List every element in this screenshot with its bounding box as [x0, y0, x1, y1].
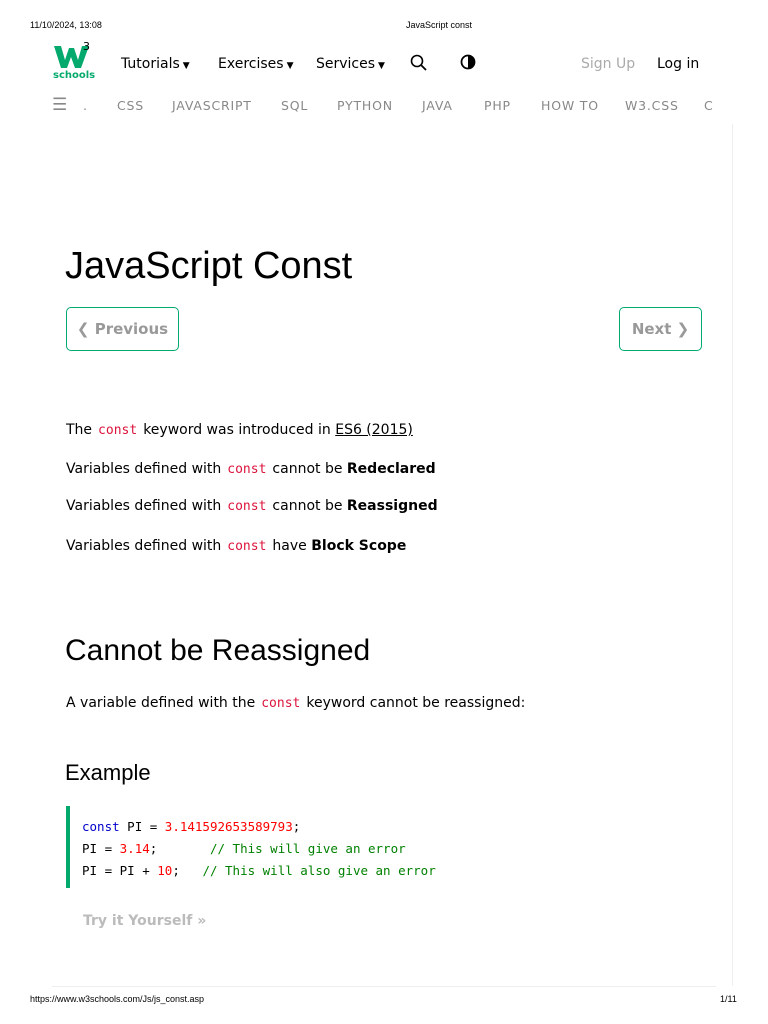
menu-icon[interactable]: ☰: [52, 95, 68, 115]
example-title: Example: [65, 760, 151, 785]
print-url: https://www.w3schools.com/Js/js_const.as…: [30, 994, 205, 1004]
subnav-sql[interactable]: SQL: [281, 98, 308, 113]
code-example: const PI = 3.141592653589793; PI = 3.14;…: [66, 806, 486, 888]
subnav-java[interactable]: JAVA: [422, 98, 453, 113]
signup-link[interactable]: Sign Up: [581, 56, 635, 72]
caret-down-icon: ▼: [286, 61, 294, 71]
services-label: Services: [316, 56, 376, 72]
nav-services[interactable]: Services ▼: [316, 56, 385, 72]
footer-divider: [52, 986, 716, 987]
theme-toggle-icon[interactable]: [460, 54, 476, 74]
try-it-yourself-button[interactable]: Try it Yourself »: [83, 913, 206, 929]
caret-down-icon: ▼: [378, 61, 385, 71]
subnav-c[interactable]: C: [704, 98, 714, 113]
intro-line-2: Variables defined with const cannot be Red…: [66, 461, 436, 477]
nav-tutorials[interactable]: Tutorials ▼: [121, 56, 190, 72]
w3schools-logo[interactable]: 3 schools: [53, 40, 95, 82]
subnav-css[interactable]: CSS: [117, 98, 144, 113]
logo-text: schools: [53, 70, 96, 81]
es6-link[interactable]: ES6 (2015): [335, 422, 413, 438]
previous-button[interactable]: ❮ Previous: [66, 307, 179, 351]
section-text: A variable defined with the const keyword …: [66, 695, 526, 711]
subnav-python[interactable]: PYTHON: [337, 98, 393, 113]
exercises-label: Exercises: [218, 56, 284, 72]
subnav-howto[interactable]: HOW TO: [541, 98, 599, 113]
intro-line-1: The const keyword was introduced in ES6 (2…: [66, 422, 413, 438]
section-title: Cannot be Reassigned: [65, 634, 371, 667]
tutorials-label: Tutorials: [121, 56, 180, 72]
content-border: [732, 124, 733, 986]
search-icon[interactable]: [410, 54, 428, 76]
intro-line-3: Variables defined with const cannot be Rea…: [66, 498, 438, 514]
subnav-item[interactable]: .: [83, 98, 88, 113]
subnav-javascript[interactable]: JAVASCRIPT: [172, 98, 252, 113]
subnav-w3css[interactable]: W3.CSS: [625, 98, 679, 113]
intro-line-4: Variables defined with const have Block Sc…: [66, 538, 407, 554]
nav-exercises[interactable]: Exercises ▼: [218, 56, 293, 72]
next-button[interactable]: Next ❯: [619, 307, 702, 351]
subnav-php[interactable]: PHP: [484, 98, 511, 113]
caret-down-icon: ▼: [182, 61, 190, 71]
print-page-number: 1/11: [720, 994, 737, 1004]
print-datetime: 11/10/2024, 13:08: [30, 20, 102, 30]
login-link[interactable]: Log in: [657, 56, 699, 72]
logo-superscript: 3: [83, 40, 90, 53]
page-title: JavaScript Const: [65, 245, 353, 287]
print-title: JavaScript const: [406, 20, 473, 30]
